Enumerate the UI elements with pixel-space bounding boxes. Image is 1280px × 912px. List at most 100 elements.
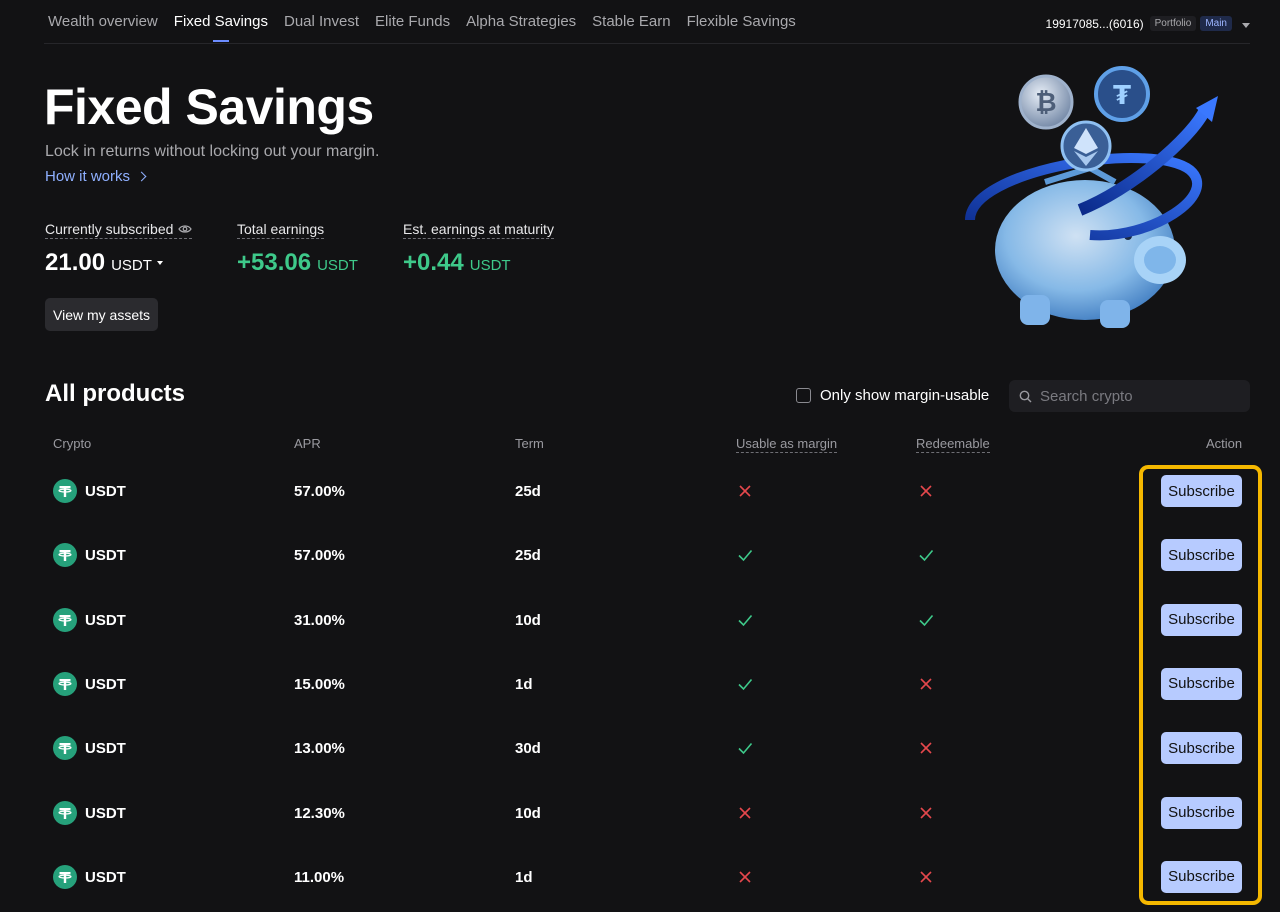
apr-value: 13.00% [294, 740, 345, 758]
view-my-assets-button[interactable]: View my assets [45, 298, 158, 331]
stat-est-earnings: Est. earnings at maturity +0.44 USDT [403, 221, 554, 277]
subscribe-button[interactable]: Subscribe [1161, 667, 1242, 700]
table-row: USDT 57.00% 25d Subscribe [0, 460, 1280, 524]
subscribe-button[interactable]: Subscribe [1161, 475, 1242, 507]
top-nav: Wealth overview Fixed Savings Dual Inves… [0, 0, 1280, 44]
crypto-symbol: USDT [85, 675, 126, 693]
chevron-right-icon [136, 171, 147, 182]
crypto-symbol: USDT [85, 547, 126, 565]
table-row: USDT 31.00% 10d Subscribe [0, 589, 1280, 653]
account-switcher[interactable]: 19917085...(6016) Portfolio Main [1046, 16, 1250, 31]
how-it-works-label: How it works [45, 168, 131, 185]
tab-stable-earn[interactable]: Stable Earn [592, 13, 670, 30]
svg-text:₿: ₿ [1035, 88, 1056, 118]
apr-value: 15.00% [294, 675, 345, 693]
tab-wealth-overview[interactable]: Wealth overview [48, 13, 158, 30]
eye-icon[interactable] [178, 224, 193, 234]
piggy-bank-illustration: ₿ ₮ [965, 66, 1218, 328]
apr-value: 57.00% [294, 547, 345, 565]
caret-down-icon[interactable] [156, 261, 163, 265]
search-box[interactable] [1009, 380, 1250, 412]
cross-icon [918, 805, 934, 821]
crypto-symbol: USDT [85, 804, 126, 822]
term-value: 1d [515, 868, 533, 886]
subscribe-button[interactable]: Subscribe [1161, 539, 1242, 572]
apr-value: 57.00% [294, 483, 345, 500]
check-icon [918, 547, 934, 563]
maturity-label: Est. earnings at maturity [403, 221, 554, 239]
cross-icon [737, 805, 753, 821]
cross-icon [737, 869, 753, 885]
subscribed-label: Currently subscribed [45, 221, 174, 237]
term-value: 10d [515, 804, 541, 822]
maturity-unit: USDT [469, 257, 511, 274]
margin-usable-label: Only show margin-usable [820, 387, 990, 404]
nav-tabs: Wealth overview Fixed Savings Dual Inves… [48, 13, 812, 42]
margin-usable-checkbox[interactable] [796, 388, 811, 403]
term-value: 10d [515, 611, 541, 629]
account-id: 19917085...(6016) [1045, 16, 1144, 31]
how-it-works-link[interactable]: How it works [45, 168, 147, 185]
stat-label: Currently subscribed [45, 221, 193, 239]
col-header-redeemable[interactable]: Redeemable [916, 436, 990, 453]
tab-dual-invest[interactable]: Dual Invest [284, 13, 359, 30]
main-badge: Main [1200, 16, 1232, 31]
table-row: USDT 12.30% 10d Subscribe [0, 782, 1280, 846]
col-header-crypto: Crypto [53, 436, 92, 451]
tether-coin-icon [53, 671, 77, 696]
chevron-down-icon[interactable] [1242, 22, 1250, 28]
apr-value: 11.00% [294, 868, 345, 886]
tab-fixed-savings[interactable]: Fixed Savings [174, 13, 268, 42]
table-row: USDT 13.00% 30d Subscribe [0, 717, 1280, 781]
search-input[interactable] [1040, 387, 1240, 405]
cross-icon [918, 869, 934, 885]
subscribe-button[interactable]: Subscribe [1161, 603, 1242, 636]
table-row: USDT 15.00% 1d Subscribe [0, 653, 1280, 717]
page-title: Fixed Savings [44, 79, 374, 135]
stat-currently-subscribed: Currently subscribed 21.00 USDT [45, 221, 193, 277]
tether-coin-icon [53, 864, 77, 889]
check-icon [918, 612, 934, 628]
col-header-apr: APR [294, 436, 321, 451]
subscribe-button[interactable]: Subscribe [1161, 860, 1242, 893]
subscribed-unit: USDT [111, 257, 152, 274]
margin-usable-filter[interactable]: Only show margin-usable [796, 387, 989, 404]
tether-coin-icon [53, 800, 77, 825]
stat-total-earnings: Total earnings +53.06 USDT [237, 221, 358, 277]
earnings-unit: USDT [317, 257, 358, 274]
check-icon [737, 612, 753, 628]
check-icon [737, 676, 753, 692]
search-icon [1019, 390, 1032, 402]
page-subtitle: Lock in returns without locking out your… [45, 143, 380, 160]
tether-coin-icon [53, 479, 77, 503]
earnings-value: +53.06 [237, 249, 312, 276]
col-header-term: Term [515, 436, 544, 451]
col-header-usable-as-margin[interactable]: Usable as margin [736, 436, 838, 453]
term-value: 1d [515, 675, 533, 693]
cross-icon [918, 483, 934, 499]
section-title: All products [45, 380, 186, 407]
tether-coin-icon [53, 607, 77, 632]
check-icon [737, 547, 753, 563]
cross-icon [918, 740, 934, 756]
crypto-symbol: USDT [85, 611, 126, 629]
table-row: USDT 57.00% 25d Subscribe [0, 524, 1280, 588]
crypto-symbol: USDT [85, 483, 126, 500]
cross-icon [918, 676, 934, 692]
subscribed-value: 21.00 [45, 249, 106, 276]
svg-text:₮: ₮ [1113, 81, 1131, 111]
tether-coin-icon [53, 543, 77, 568]
earnings-label: Total earnings [237, 221, 325, 239]
apr-value: 31.00% [294, 611, 345, 629]
tab-elite-funds[interactable]: Elite Funds [375, 13, 450, 30]
cross-icon [737, 483, 753, 499]
col-header-action: Action [1206, 436, 1243, 451]
subscribe-button[interactable]: Subscribe [1161, 732, 1242, 765]
apr-value: 12.30% [294, 804, 345, 822]
tab-flexible-savings[interactable]: Flexible Savings [687, 13, 796, 30]
tether-coin-icon [53, 736, 77, 761]
tab-alpha-strategies[interactable]: Alpha Strategies [466, 13, 576, 30]
portfolio-badge: Portfolio [1149, 16, 1197, 31]
crypto-symbol: USDT [85, 740, 126, 758]
subscribe-button[interactable]: Subscribe [1161, 796, 1242, 829]
